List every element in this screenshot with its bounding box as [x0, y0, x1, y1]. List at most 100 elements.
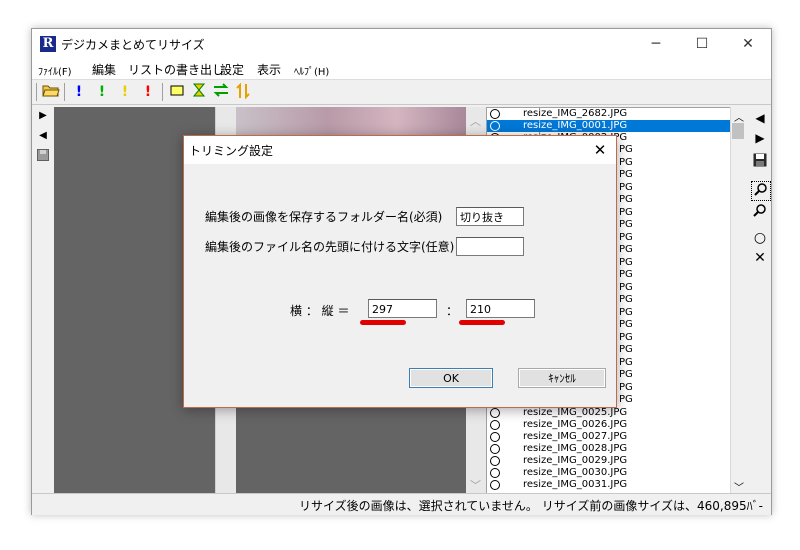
menu-bar: ﾌｧｲﾙ(F) 編集 リストの書き出し 設定 表示 ﾍﾙﾌﾟ(H) — [32, 59, 771, 80]
highlight-underline — [360, 320, 406, 325]
file-name: resize_IMG_2682.JPG — [523, 108, 628, 119]
file-list-item[interactable]: resize_IMG_2682.JPG — [487, 108, 731, 120]
prefix-field[interactable] — [456, 237, 524, 256]
menu-file[interactable]: ﾌｧｲﾙ(F) — [38, 63, 72, 78]
cross-icon[interactable]: ✕ — [751, 249, 769, 267]
maximize-button[interactable]: ☐ — [679, 29, 725, 59]
file-name: resize_IMG_0030.JPG — [523, 467, 628, 478]
height-ratio-field[interactable]: 210 — [466, 299, 535, 318]
toolbar: ! ! ! ! — [32, 80, 771, 105]
hourglass-icon[interactable] — [190, 82, 208, 102]
exclamation-red-icon[interactable]: ! — [139, 82, 157, 102]
file-name-suffix: PG — [619, 181, 633, 193]
status-circle-icon — [490, 444, 500, 454]
ratio-separator: ： — [446, 304, 459, 318]
status-circle-icon — [490, 408, 500, 418]
file-list-item[interactable]: resize_IMG_0025.JPG — [487, 407, 731, 419]
prev-image-icon[interactable]: ◀ — [751, 109, 769, 127]
file-list-item[interactable]: resize_IMG_0029.JPG — [487, 455, 731, 467]
file-list-item[interactable]: resize_IMG_0026.JPG — [487, 419, 731, 431]
file-name: resize_IMG_0001.JPG — [523, 120, 628, 131]
file-name: resize_IMG_0026.JPG — [523, 419, 628, 430]
menu-view[interactable]: 表示 — [257, 61, 281, 78]
file-name-suffix: PG — [619, 144, 633, 155]
scroll-up-icon[interactable]: ︿ — [734, 109, 744, 124]
app-logo-icon: R — [40, 36, 56, 52]
file-list-item[interactable]: resize_IMG_0031.JPG — [487, 479, 731, 491]
toolbar-separator — [36, 83, 37, 101]
next-image-icon[interactable]: ▶ — [751, 129, 769, 147]
menu-settings[interactable]: 設定 — [220, 61, 244, 78]
swap-horizontal-icon[interactable] — [212, 82, 230, 102]
width-ratio-field[interactable]: 297 — [368, 299, 437, 318]
prev-arrow-icon[interactable]: ◀ — [37, 129, 49, 143]
file-name-suffix: PG — [619, 294, 633, 305]
file-name-suffix: PG — [619, 206, 633, 218]
file-name-suffix: PG — [619, 169, 633, 180]
window-title: デジカメまとめてリサイズ — [61, 38, 205, 52]
zoom-fit-icon[interactable] — [751, 181, 771, 201]
status-circle-icon — [490, 456, 500, 466]
next-arrow-icon[interactable]: ▶ — [37, 109, 49, 123]
preview-image — [236, 107, 466, 137]
status-circle-icon — [490, 420, 500, 430]
file-name-suffix: PG — [619, 356, 633, 368]
save-icon[interactable] — [37, 149, 49, 163]
ok-button[interactable]: OK — [409, 368, 493, 388]
file-list-item[interactable]: resize_IMG_0030.JPG — [487, 467, 731, 479]
save-icon[interactable] — [751, 153, 769, 171]
file-name-suffix: PG — [619, 231, 633, 243]
file-name-suffix: PG — [619, 156, 633, 168]
dialog-title-bar: トリミング設定 ✕ — [184, 136, 616, 164]
file-name-suffix: PG — [619, 381, 633, 393]
zoom-icon[interactable] — [751, 203, 769, 221]
prefix-label: 編集後のファイル名の先頭に付ける文字(任意) — [205, 240, 455, 254]
file-name: resize_IMG_0029.JPG — [523, 455, 628, 466]
menu-export-list[interactable]: リストの書き出し — [128, 61, 224, 78]
file-name: resize_IMG_0025.JPG — [523, 407, 628, 418]
trimming-settings-dialog: トリミング設定 ✕ 編集後の画像を保存するフォルダー名(必須) 切り抜き 編集後… — [183, 135, 617, 408]
file-name-suffix: PG — [619, 244, 633, 255]
file-name-suffix: PG — [619, 369, 633, 380]
folder-name-label: 編集後の画像を保存するフォルダー名(必須) — [205, 210, 443, 224]
file-list-item[interactable]: resize_IMG_0001.JPG — [487, 120, 731, 132]
file-name: resize_IMG_0031.JPG — [523, 479, 628, 490]
file-name-suffix: PG — [619, 394, 633, 405]
scroll-down-icon[interactable]: ﹀ — [734, 479, 744, 494]
close-button[interactable]: ✕ — [725, 29, 771, 59]
file-name-suffix: PG — [619, 194, 633, 205]
file-name-suffix: PG — [619, 344, 633, 355]
rectangle-icon[interactable] — [168, 82, 186, 102]
file-name-suffix: PG — [619, 331, 633, 343]
menu-edit[interactable]: 編集 — [92, 61, 116, 78]
exclamation-blue-icon[interactable]: ! — [70, 82, 88, 102]
file-name-suffix: PG — [619, 269, 633, 280]
folder-name-field[interactable]: 切り抜き — [456, 207, 524, 226]
menu-help[interactable]: ﾍﾙﾌﾟ(H) — [294, 63, 329, 78]
dialog-title: トリミング設定 — [189, 144, 274, 158]
dialog-close-button[interactable]: ✕ — [590, 140, 610, 160]
toolbar-separator — [64, 83, 65, 101]
scroll-down-icon[interactable]: ﹀ — [470, 477, 481, 493]
status-circle-icon — [490, 468, 500, 478]
exclamation-yellow-icon[interactable]: ! — [116, 82, 134, 102]
file-name-suffix: PG — [619, 281, 633, 293]
cancel-button[interactable]: ｷｬﾝｾﾙ — [518, 368, 606, 388]
open-folder-icon[interactable] — [42, 82, 60, 102]
file-list-item[interactable]: resize_IMG_0028.JPG — [487, 443, 731, 455]
minimize-button[interactable]: ─ — [633, 29, 679, 59]
file-name-suffix: PG — [619, 219, 633, 230]
scrollbar-thumb[interactable] — [732, 123, 744, 139]
file-list-scrollbar[interactable]: ︿ ﹀ — [730, 107, 747, 494]
ratio-label: 横 ： 縦 ＝ — [290, 304, 350, 318]
status-circle-icon — [490, 432, 500, 442]
file-list-item[interactable]: resize_IMG_0027.JPG — [487, 431, 731, 443]
file-name-suffix: PG — [619, 319, 633, 330]
status-bar: リサイズ後の画像は、選択されていません。 リサイズ前の画像サイズは、460,89… — [32, 493, 771, 515]
status-circle-icon — [490, 480, 500, 490]
status-circle-icon — [490, 121, 500, 131]
scroll-up-icon[interactable]: ︿ — [470, 113, 481, 129]
circle-icon[interactable]: ○ — [751, 229, 769, 247]
swap-vertical-icon[interactable] — [234, 82, 252, 102]
exclamation-green-icon[interactable]: ! — [93, 82, 111, 102]
